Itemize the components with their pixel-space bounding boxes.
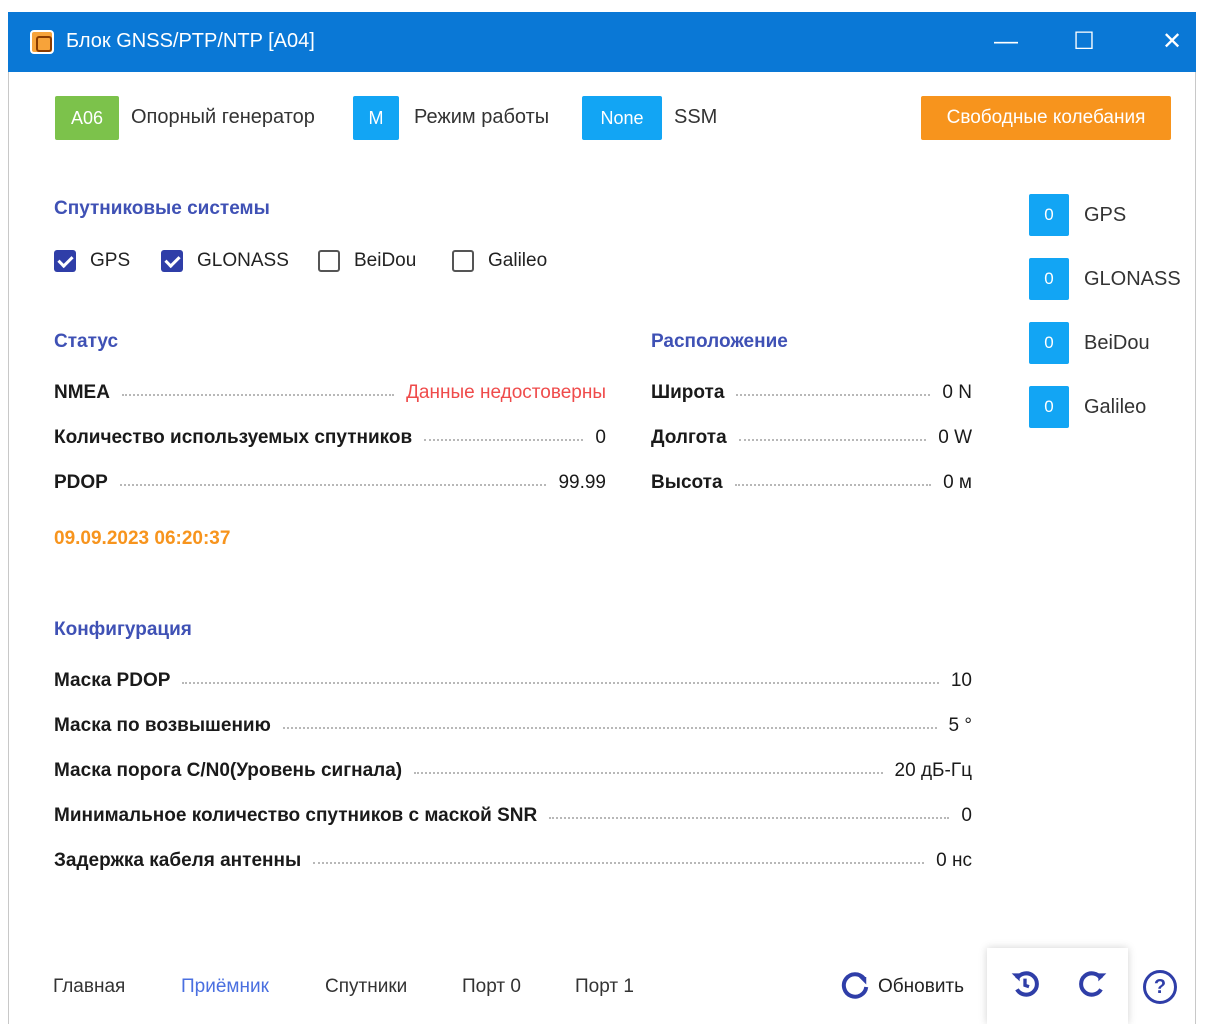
mode-tag: M (353, 96, 399, 140)
help-icon: ? (1153, 976, 1167, 998)
sat-count-glonass: 0 (1029, 258, 1069, 300)
location-row-longitude: Долгота 0 W (651, 425, 972, 451)
generator-tag: A06 (55, 96, 119, 140)
sat-count-galileo: 0 (1029, 386, 1069, 428)
maximize-button[interactable]: ☐ (1064, 22, 1104, 62)
sat-label-glonass: GLONASS (1084, 268, 1181, 290)
row-leader (738, 439, 927, 441)
nav-tab-port-1[interactable]: Порт 1 (575, 976, 634, 998)
nav-tab-main[interactable]: Главная (53, 976, 125, 998)
sat-label-beidou: BeiDou (1084, 332, 1150, 354)
row-key: Количество используемых спутников (54, 427, 413, 448)
row-value: Данные недостоверны (406, 382, 606, 403)
row-value: 10 (950, 670, 972, 691)
row-key: Долгота (651, 427, 727, 448)
row-leader (549, 817, 950, 819)
sat-label-gps: GPS (1084, 204, 1127, 226)
config-row-antenna-delay: Задержка кабеля антенны 0 нс (54, 848, 972, 874)
row-leader (182, 682, 939, 684)
config-title: Конфигурация (54, 619, 192, 640)
config-row-elevation-mask: Маска по возвышению 5 ° (54, 713, 972, 739)
app-logo-icon (30, 30, 54, 54)
row-key: Минимальное количество спутников с маско… (54, 805, 538, 826)
row-value: 5 ° (948, 715, 972, 736)
redo-button[interactable] (1071, 962, 1115, 1006)
status-row-pdop: PDOP 99.99 (54, 470, 606, 496)
config-row-pdop-mask: Маска PDOP 10 (54, 668, 972, 694)
sat-label-galileo: Galileo (1084, 396, 1147, 418)
refresh-label: Обновить (878, 976, 965, 997)
checkbox-unchecked-icon (318, 250, 340, 272)
nav-tab-port-0[interactable]: Порт 0 (462, 976, 521, 998)
location-row-latitude: Широта 0 N (651, 380, 972, 406)
row-value: 0 (961, 805, 972, 826)
ssm-tag: None (582, 96, 662, 140)
help-button[interactable]: ? (1143, 970, 1177, 1004)
row-key: Маска PDOP (54, 670, 171, 691)
row-leader (119, 484, 547, 486)
ssm-label: SSM (674, 106, 718, 128)
row-leader (414, 772, 883, 774)
location-title: Расположение (651, 331, 788, 352)
undo-button[interactable] (1003, 962, 1047, 1006)
row-value: 0 нс (936, 850, 972, 871)
sat-count-beidou: 0 (1029, 322, 1069, 364)
row-value: 0 (595, 427, 606, 448)
row-key: Широта (651, 382, 725, 403)
row-value: 0 N (942, 382, 972, 403)
row-leader (282, 727, 937, 729)
undo-icon (1011, 971, 1039, 997)
close-button[interactable]: ✕ (1152, 22, 1192, 62)
row-key: Высота (651, 472, 723, 493)
row-value: 0 W (938, 427, 972, 448)
checkbox-checked-icon (54, 250, 76, 272)
row-key: Маска порога C/N0(Уровень сигнала) (54, 760, 403, 781)
row-key: NMEA (54, 382, 110, 403)
row-leader (313, 862, 925, 864)
nav-tab-satellites[interactable]: Спутники (325, 976, 407, 998)
row-value: 20 дБ-Гц (894, 760, 972, 781)
refresh-button[interactable]: Обновить (838, 970, 964, 1004)
row-leader (121, 394, 395, 396)
row-leader (736, 394, 931, 396)
status-row-nmea: NMEA Данные недостоверны (54, 380, 606, 406)
config-row-cn0-mask: Маска порога C/N0(Уровень сигнала) 20 дБ… (54, 758, 972, 784)
window-title: Блок GNSS/PTP/NTP [A04] (66, 30, 315, 52)
row-leader (424, 439, 584, 441)
minimize-button[interactable]: — (986, 22, 1026, 62)
mode-label: Режим работы (414, 106, 550, 128)
sat-count-gps: 0 (1029, 194, 1069, 236)
checkbox-label: GPS (90, 250, 131, 271)
row-key: Задержка кабеля антенны (54, 850, 302, 871)
row-value: 0 м (943, 472, 972, 493)
redo-icon (1079, 971, 1107, 997)
generator-label: Опорный генератор (131, 106, 315, 128)
config-row-min-sats-snr: Минимальное количество спутников с маско… (54, 803, 972, 829)
row-leader (734, 484, 932, 486)
checkbox-label: Galileo (488, 250, 548, 271)
checkbox-unchecked-icon (452, 250, 474, 272)
status-title: Статус (54, 331, 119, 352)
checkbox-label: GLONASS (197, 250, 289, 271)
satellite-systems-title: Спутниковые системы (54, 198, 270, 219)
row-value: 99.99 (558, 472, 606, 493)
checkbox-label: BeiDou (354, 250, 417, 271)
status-datetime: 09.09.2023 06:20:37 (54, 528, 231, 549)
title-bar: Блок GNSS/PTP/NTP [A04] — ☐ ✕ (8, 12, 1196, 72)
refresh-icon (841, 972, 869, 999)
row-key: PDOP (54, 472, 108, 493)
checkbox-checked-icon (161, 250, 183, 272)
row-key: Маска по возвышению (54, 715, 271, 736)
status-row-sat-count: Количество используемых спутников 0 (54, 425, 606, 451)
free-running-button[interactable]: Свободные колебания (921, 96, 1171, 140)
nav-tab-receiver[interactable]: Приёмник (181, 976, 269, 998)
location-row-altitude: Высота 0 м (651, 470, 972, 496)
